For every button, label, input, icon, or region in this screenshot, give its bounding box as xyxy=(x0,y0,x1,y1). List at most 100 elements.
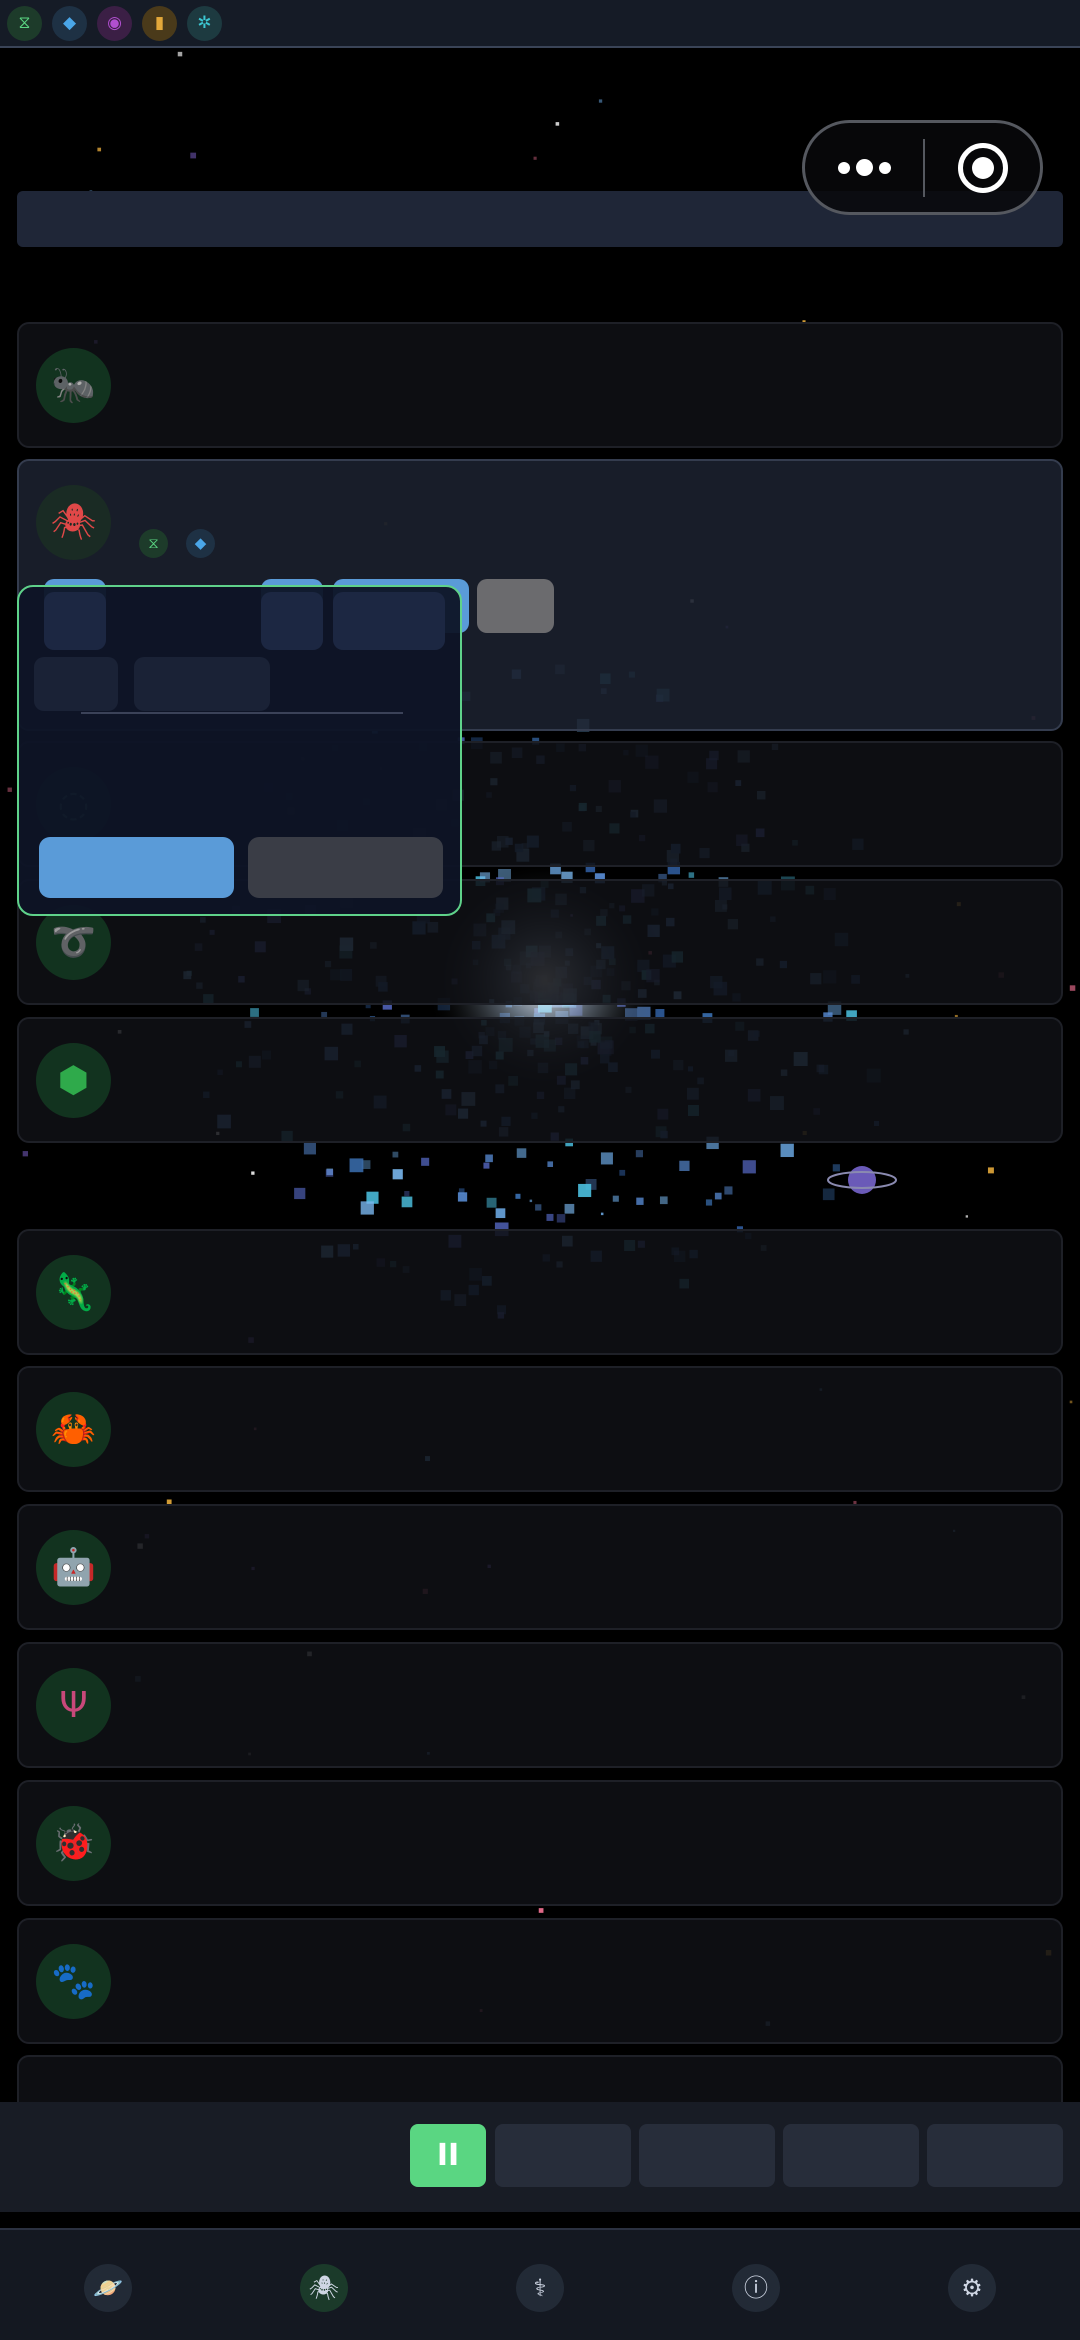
star xyxy=(965,1215,969,1218)
target-icon xyxy=(957,142,1008,193)
galaxy-particle xyxy=(483,1162,490,1169)
info-icon[interactable]: ⓘ xyxy=(732,2264,780,2312)
dialog-slot xyxy=(261,592,323,650)
galaxy-particle xyxy=(742,1160,756,1174)
bottom-nav: 🪐 🕷 ⚕ ⓘ ⚙ xyxy=(0,2228,1080,2340)
galaxy-particle xyxy=(516,1148,527,1158)
beetle-icon: 🐞 xyxy=(36,1806,111,1881)
galaxy-particle xyxy=(714,1192,722,1200)
galaxy-particle xyxy=(294,1187,306,1200)
galaxy-particle xyxy=(547,1161,554,1167)
galaxy-particle xyxy=(780,1143,794,1158)
settings-icon[interactable]: ⚙ xyxy=(948,2264,996,2312)
speed-button[interactable] xyxy=(783,2124,919,2187)
close-miniprogram-button[interactable] xyxy=(925,123,1040,212)
galaxy-particle xyxy=(564,1203,575,1214)
dialog-field xyxy=(34,657,118,711)
star xyxy=(1069,1400,1073,1404)
galaxy-particle xyxy=(349,1158,364,1173)
star xyxy=(555,122,560,126)
galaxy-particle xyxy=(515,1193,521,1199)
speed-control-bar: II xyxy=(0,2102,1080,2212)
star xyxy=(533,156,537,160)
star xyxy=(987,1167,994,1174)
star xyxy=(598,99,603,103)
galaxy-particle xyxy=(688,872,695,878)
dna-nav-icon[interactable]: ⚕ xyxy=(516,2264,564,2312)
galaxy-particle xyxy=(578,1183,592,1198)
creature-card[interactable]: 🤖 xyxy=(17,1504,1063,1630)
star xyxy=(529,1199,533,1203)
star xyxy=(538,1908,544,1913)
star xyxy=(97,147,102,152)
spider-nav-icon[interactable]: 🕷 xyxy=(300,2264,348,2312)
miniprogram-capsule xyxy=(802,120,1043,215)
galaxy-particle xyxy=(360,1201,374,1215)
spider-icon: 🕷 xyxy=(36,485,111,560)
creature-card[interactable]: ⬢ xyxy=(17,1017,1063,1143)
creature-card[interactable]: 🦎 xyxy=(17,1229,1063,1355)
more-dot-icon xyxy=(837,161,850,174)
star xyxy=(22,1151,29,1157)
speed-button[interactable] xyxy=(495,2124,631,2187)
galaxy-particle xyxy=(679,1160,690,1172)
star xyxy=(7,787,12,792)
dna-icon: ⧖ xyxy=(139,529,168,558)
galaxy-particle xyxy=(250,1008,259,1017)
more-button[interactable] xyxy=(805,123,923,212)
galaxy-particle xyxy=(401,1196,413,1208)
creature-card[interactable]: 🐾 xyxy=(17,1918,1063,2044)
galaxy-particle xyxy=(485,1154,493,1163)
creature-card[interactable]: 🦀 xyxy=(17,1366,1063,1492)
pause-icon: II xyxy=(436,2138,460,2173)
galaxy-particle xyxy=(832,1164,840,1172)
galaxy-particle xyxy=(635,1150,643,1158)
galaxy-particle xyxy=(822,1188,835,1201)
cancel-button[interactable] xyxy=(248,837,443,898)
galaxy-particle xyxy=(705,1199,713,1206)
dialog-divider xyxy=(81,712,403,714)
galaxy-particle xyxy=(546,1213,554,1221)
galaxy-particle xyxy=(724,1186,733,1195)
gem-icon: ◆ xyxy=(186,529,215,558)
galaxy-particle xyxy=(392,1169,403,1180)
galaxy-particle xyxy=(659,1196,668,1205)
galaxy-particle xyxy=(404,1190,410,1197)
gear-icon[interactable]: ✲ xyxy=(187,5,222,41)
option-chip-disabled[interactable] xyxy=(477,579,554,633)
ring-creature-icon: ➰ xyxy=(36,905,111,980)
star xyxy=(1069,985,1076,991)
confirm-dialog xyxy=(17,585,462,916)
gem-icon[interactable]: ◆ xyxy=(52,5,87,41)
card-badges: ⧖ ◆ xyxy=(139,529,215,558)
star xyxy=(190,152,197,159)
crab-icon: 🦀 xyxy=(36,1392,111,1467)
creature-card[interactable]: 🐞 xyxy=(17,1780,1063,1906)
star xyxy=(251,1171,255,1175)
speed-button[interactable] xyxy=(639,2124,775,2187)
galaxy-particle xyxy=(421,1157,430,1166)
star xyxy=(177,51,183,57)
galaxy-particle xyxy=(636,1197,644,1205)
pause-button[interactable]: II xyxy=(410,2124,486,2187)
galaxy-particle xyxy=(535,1204,542,1211)
confirm-button[interactable] xyxy=(39,837,234,898)
beast-icon: 🐾 xyxy=(36,1944,111,2019)
galaxy-particle xyxy=(325,1169,334,1177)
orb-icon[interactable]: ◉ xyxy=(97,5,132,41)
galaxy-particle xyxy=(303,1142,316,1155)
antenna-icon: Ψ xyxy=(36,1668,111,1743)
galaxy-particle xyxy=(612,1195,619,1202)
galaxy-particle xyxy=(392,1151,399,1158)
more-dot-icon xyxy=(855,159,873,176)
dialog-slot xyxy=(44,592,106,650)
speed-button[interactable] xyxy=(927,2124,1063,2187)
lizard-icon: 🦎 xyxy=(36,1255,111,1330)
ant-icon: 🐜 xyxy=(36,348,111,423)
galaxy-particle xyxy=(457,1192,468,1202)
planet-icon[interactable]: 🪐 xyxy=(84,2264,132,2312)
creature-card[interactable]: 🐜 xyxy=(17,322,1063,448)
creature-card[interactable]: Ψ xyxy=(17,1642,1063,1768)
energy-icon[interactable]: ▮ xyxy=(142,5,177,41)
dna-icon[interactable]: ⧖ xyxy=(7,5,42,41)
